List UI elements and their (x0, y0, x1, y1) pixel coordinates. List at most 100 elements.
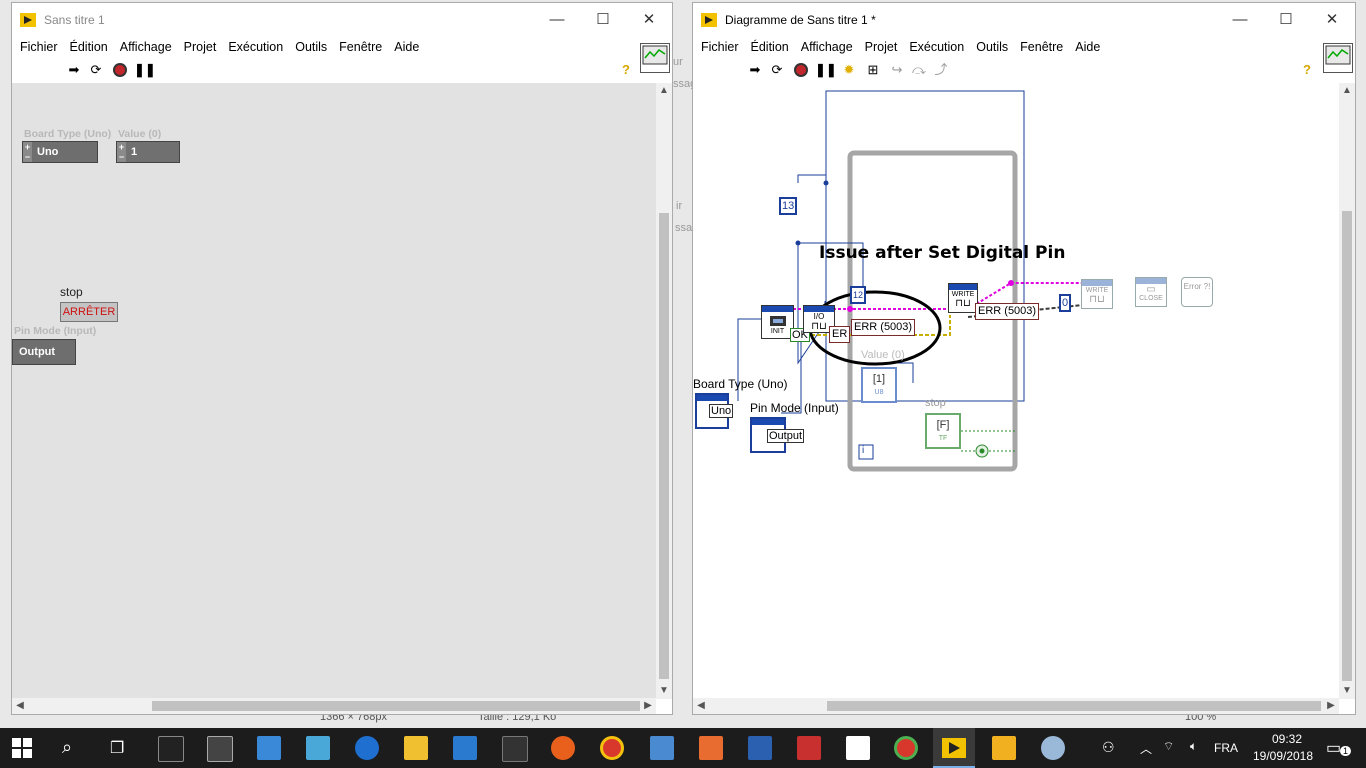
notification-icon[interactable]: ▭ (1326, 738, 1341, 758)
menu-execution[interactable]: Exécution (903, 37, 970, 57)
chevron-up-icon[interactable]: ︿ (1140, 740, 1152, 757)
store-icon[interactable] (453, 736, 477, 760)
start-icon[interactable] (12, 738, 32, 761)
loop-index-terminal[interactable]: i (862, 445, 864, 456)
chrome-2-icon[interactable] (894, 736, 918, 760)
write-vi-2[interactable]: WRITE ⊓⊔ (1081, 279, 1113, 309)
firefox-icon[interactable] (551, 736, 575, 760)
close-button[interactable]: ✕ (1309, 3, 1355, 37)
app-cloud-icon[interactable] (306, 736, 330, 760)
step-over-icon[interactable]: ⤼ (911, 62, 927, 78)
stop-terminal[interactable]: [F] TF (925, 413, 961, 449)
menu-fichier[interactable]: Fichier (14, 37, 64, 57)
vi-connector-icon[interactable] (1323, 43, 1353, 73)
numeric-incdec-icon[interactable]: + − (117, 142, 126, 162)
menu-execution[interactable]: Exécution (222, 37, 289, 57)
vi-connector-icon[interactable] (640, 43, 670, 73)
task-view-icon[interactable]: ❐ (110, 738, 124, 758)
value-terminal[interactable]: [1] U8 (861, 367, 897, 403)
edge-icon[interactable] (355, 736, 379, 760)
step-out-icon[interactable]: ⤴ (933, 62, 949, 78)
scroll-down-icon[interactable]: ▼ (1339, 683, 1355, 699)
scroll-right-icon[interactable]: ▶ (1323, 698, 1339, 714)
labview-taskbar-button[interactable] (933, 728, 975, 768)
close-button[interactable]: ✕ (626, 3, 672, 37)
digital-write-vi[interactable]: WRITE ⊓⊔ (948, 283, 978, 313)
pin-13-constant[interactable]: 13 (779, 197, 798, 215)
scroll-left-icon[interactable]: ◀ (693, 698, 709, 714)
menu-affichage[interactable]: Affichage (795, 37, 859, 57)
run-arrow-icon[interactable]: ➡ (66, 62, 82, 78)
block-diagram-hscroll[interactable]: ◀ ▶ (693, 698, 1339, 714)
menu-fenetre[interactable]: Fenêtre (333, 37, 388, 57)
close-vi[interactable]: ▭ CLOSE (1135, 277, 1167, 307)
menu-edition[interactable]: Édition (745, 37, 795, 57)
cmd-icon[interactable] (158, 736, 184, 762)
word-icon[interactable] (748, 736, 772, 760)
scroll-thumb[interactable] (659, 213, 669, 679)
help-icon[interactable]: ? (618, 62, 634, 78)
front-panel-vscroll[interactable]: ▲ ▼ (656, 83, 672, 699)
ring-incdec-icon[interactable]: + − (23, 142, 32, 162)
app-red-icon[interactable] (797, 736, 821, 760)
pause-icon[interactable]: ❚❚ (815, 62, 837, 78)
step-into-icon[interactable]: ↪ (889, 62, 905, 78)
menu-affichage[interactable]: Affichage (114, 37, 178, 57)
run-arrow-icon[interactable]: ➡ (747, 62, 763, 78)
minimize-button[interactable]: — (1217, 3, 1263, 37)
scroll-thumb[interactable] (152, 701, 640, 711)
menu-projet[interactable]: Projet (178, 37, 223, 57)
app-orange-icon[interactable] (699, 736, 723, 760)
pin-mode-ring[interactable]: Output (12, 339, 76, 365)
scroll-thumb[interactable] (827, 701, 1321, 711)
run-continuously-icon[interactable]: ⟳ (88, 62, 104, 78)
err-partial-indicator[interactable]: ER (829, 326, 851, 343)
highlight-execution-icon[interactable]: ✹ (841, 62, 857, 78)
error-handler-vi[interactable]: Error ?! (1181, 277, 1213, 307)
menu-aide[interactable]: Aide (1069, 37, 1106, 57)
file-explorer-icon[interactable] (404, 736, 428, 760)
people-icon[interactable]: ⚇ (1102, 739, 1115, 756)
clock-time[interactable]: 09:32 (1262, 732, 1312, 746)
scroll-left-icon[interactable]: ◀ (12, 698, 28, 714)
pause-icon[interactable]: ❚❚ (134, 62, 156, 78)
language-indicator[interactable]: FRA (1214, 741, 1238, 755)
scroll-up-icon[interactable]: ▲ (656, 83, 672, 99)
scroll-thumb[interactable] (1342, 211, 1352, 681)
stop-button[interactable]: ARRÊTER (60, 302, 118, 322)
board-type-ring[interactable]: + − Uno (22, 141, 98, 163)
scroll-down-icon[interactable]: ▼ (656, 683, 672, 699)
block-diagram-canvas[interactable]: 13 12 0 Issue after Set Digital Pin INIT… (693, 83, 1339, 699)
front-panel-titlebar[interactable]: Sans titre 1 — ☐ ✕ (12, 3, 672, 37)
menu-fenetre[interactable]: Fenêtre (1014, 37, 1069, 57)
menu-edition[interactable]: Édition (64, 37, 114, 57)
scroll-up-icon[interactable]: ▲ (1339, 83, 1355, 99)
menu-aide[interactable]: Aide (388, 37, 425, 57)
network-icon[interactable]: ⌔ (1163, 739, 1174, 754)
clock-date[interactable]: 19/09/2018 (1248, 749, 1318, 763)
menu-projet[interactable]: Projet (859, 37, 904, 57)
menu-outils[interactable]: Outils (289, 37, 333, 57)
app-dark-icon[interactable] (502, 736, 528, 762)
volume-icon[interactable]: 🔈︎ (1190, 739, 1197, 754)
abort-icon[interactable] (112, 62, 128, 78)
front-panel-hscroll[interactable]: ◀ ▶ (12, 698, 656, 714)
app-paint-icon[interactable] (1041, 736, 1065, 760)
err-5003-indicator-2[interactable]: ERR (5003) (975, 303, 1040, 320)
err-5003-indicator[interactable]: ERR (5003) (851, 319, 916, 336)
app-blue-icon[interactable] (257, 736, 281, 760)
chrome-icon[interactable] (600, 736, 624, 760)
app-drive-icon[interactable] (650, 736, 674, 760)
search-icon[interactable]: ⌕ (62, 737, 72, 758)
block-diagram-vscroll[interactable]: ▲ ▼ (1339, 83, 1355, 699)
calculator-icon[interactable] (207, 736, 233, 762)
app-yellow-icon[interactable] (992, 736, 1016, 760)
retain-wire-values-icon[interactable]: ⊞ (865, 62, 881, 78)
menu-outils[interactable]: Outils (970, 37, 1014, 57)
help-icon[interactable]: ? (1299, 62, 1315, 78)
zero-constant[interactable]: 0 (1059, 294, 1072, 312)
maximize-button[interactable]: ☐ (1263, 3, 1309, 37)
block-diagram-titlebar[interactable]: Diagramme de Sans titre 1 * — ☐ ✕ (693, 3, 1355, 37)
menu-fichier[interactable]: Fichier (695, 37, 745, 57)
value-numeric[interactable]: + − 1 (116, 141, 180, 163)
